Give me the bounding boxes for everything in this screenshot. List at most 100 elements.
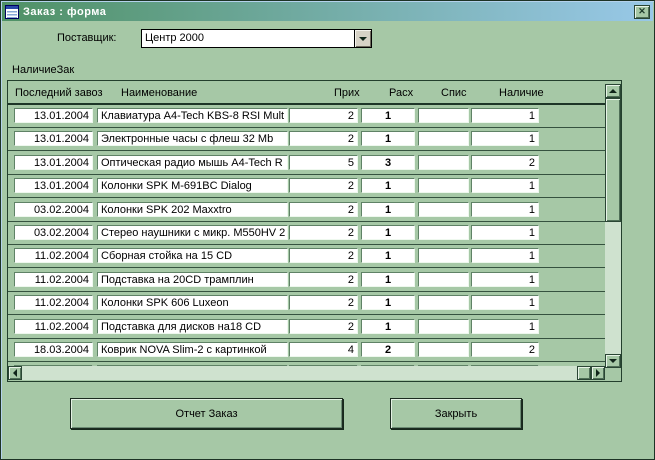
name-cell[interactable]: Коврик NOVA Slim-2 с картинкой (97, 342, 288, 357)
table-row: 11.02.2004Подставка для дисков на18 CD21… (8, 316, 605, 339)
prih-cell[interactable]: 4 (289, 342, 358, 357)
prih-cell[interactable]: 2 (289, 295, 358, 310)
horizontal-scrollbar[interactable] (8, 366, 605, 380)
rash-cell[interactable]: 1 (361, 131, 415, 146)
rash-cell[interactable]: 1 (361, 202, 415, 217)
spis-cell[interactable] (418, 272, 469, 287)
name-cell[interactable]: Оптическая радио мышь A4-Tech R (97, 155, 288, 170)
close-button[interactable]: ✕ (634, 5, 650, 19)
date-cell[interactable]: 18.03.2004 (14, 342, 93, 357)
prih-cell[interactable]: 2 (289, 248, 358, 263)
horizontal-scroll-thumb[interactable] (577, 366, 591, 380)
spis-cell[interactable] (418, 178, 469, 193)
spis-cell[interactable] (418, 155, 469, 170)
column-header-last-delivery: Последний завоз (15, 87, 103, 99)
prih-cell[interactable]: 2 (289, 319, 358, 334)
prih-cell[interactable]: 2 (289, 131, 358, 146)
nal-cell[interactable]: 1 (471, 319, 539, 334)
prih-cell[interactable]: 2 (289, 272, 358, 287)
nal-cell[interactable]: 1 (471, 272, 539, 287)
table-row: 18.03.2004 Коврик NOVA Slim-2 с картинкой… (8, 339, 605, 362)
date-cell[interactable]: 13.01.2004 (14, 178, 93, 193)
rash-cell[interactable]: 3 (361, 155, 415, 170)
prih-cell[interactable]: 2 (289, 178, 358, 193)
nal-cell[interactable]: 1 (471, 108, 539, 123)
rash-cell[interactable]: 1 (361, 295, 415, 310)
nal-cell[interactable]: 1 (471, 248, 539, 263)
name-cell[interactable]: Сборная стойка на 15 CD (97, 248, 288, 263)
name-cell[interactable]: Колонки SPK 606 Luxeon (97, 295, 288, 310)
name-cell[interactable]: Электронные часы с флеш 32 Mb (97, 131, 288, 146)
spis-cell[interactable] (418, 342, 469, 357)
table-row: 13.01.2004 Клавиатура A4-Tech KBS-8 RSI M… (8, 105, 605, 128)
title-bar: Заказ : форма ✕ (2, 2, 653, 21)
arrow-right-icon (596, 369, 600, 377)
date-cell[interactable]: 13.01.2004 (14, 108, 93, 123)
date-cell[interactable]: 03.02.2004 (14, 225, 93, 240)
scroll-left-button[interactable] (8, 366, 22, 380)
name-cell[interactable]: Стерео наушники с микр. M550HV 2 (97, 225, 288, 240)
subform-label: НаличиеЗак (12, 64, 74, 76)
supplier-label: Поставщик: (57, 32, 116, 44)
rash-cell[interactable]: 1 (361, 108, 415, 123)
report-order-button[interactable]: Отчет Заказ (70, 398, 343, 429)
table-row: 11.02.2004Подставка на 20CD трамплин211 (8, 269, 605, 292)
table-row: 13.01.2004 Оптическая радио мышь A4-Tech … (8, 152, 605, 175)
scroll-down-button[interactable] (605, 354, 621, 368)
nal-cell[interactable]: 1 (471, 295, 539, 310)
prih-cell[interactable]: 5 (289, 155, 358, 170)
date-cell[interactable]: 03.02.2004 (14, 202, 93, 217)
spis-cell[interactable] (418, 295, 469, 310)
date-cell[interactable]: 13.01.2004 (14, 131, 93, 146)
table-row: 11.02.2004Сборная стойка на 15 CD211 (8, 245, 605, 268)
nal-cell[interactable]: 1 (471, 225, 539, 240)
name-cell[interactable]: Подставка на 20CD трамплин (97, 272, 288, 287)
prih-cell[interactable]: 2 (289, 225, 358, 240)
scroll-right-button[interactable] (591, 366, 605, 380)
rash-cell[interactable]: 1 (361, 272, 415, 287)
rash-cell[interactable]: 2 (361, 342, 415, 357)
column-header-incoming: Прих (334, 87, 360, 99)
close-icon: ✕ (638, 7, 646, 16)
name-cell[interactable]: Колонки SPK M-691BC Dialog (97, 178, 288, 193)
nal-cell[interactable]: 1 (471, 202, 539, 217)
column-header-outgoing: Расх (389, 87, 413, 99)
nal-cell[interactable]: 2 (471, 342, 539, 357)
vertical-scroll-thumb[interactable] (605, 98, 621, 222)
rash-cell[interactable]: 1 (361, 178, 415, 193)
rash-cell[interactable]: 1 (361, 248, 415, 263)
spis-cell[interactable] (418, 131, 469, 146)
chevron-down-icon (359, 37, 367, 41)
supplier-combobox[interactable]: Центр 2000 (141, 29, 372, 48)
name-cell[interactable]: Колонки SPK 202 Maxxtro (97, 202, 288, 217)
table-row: 11.02.2004Колонки SPK 606 Luxeon211 (8, 292, 605, 315)
rash-cell[interactable]: 1 (361, 319, 415, 334)
vertical-scrollbar[interactable] (605, 84, 621, 368)
prih-cell[interactable]: 2 (289, 202, 358, 217)
dropdown-button[interactable] (354, 30, 371, 47)
prih-cell[interactable]: 2 (289, 108, 358, 123)
spis-cell[interactable] (418, 248, 469, 263)
date-cell[interactable]: 11.02.2004 (14, 272, 93, 287)
nal-cell[interactable]: 2 (471, 155, 539, 170)
name-cell[interactable]: Подставка для дисков на18 CD (97, 319, 288, 334)
supplier-value: Центр 2000 (142, 30, 354, 47)
nal-cell[interactable]: 1 (471, 178, 539, 193)
rash-cell[interactable]: 1 (361, 225, 415, 240)
name-cell[interactable]: Клавиатура A4-Tech KBS-8 RSI Mult (97, 108, 288, 123)
nal-cell[interactable]: 1 (471, 131, 539, 146)
table-row: 03.02.2004 Стерео наушники с микр. M550HV… (8, 222, 605, 245)
close-form-button[interactable]: Закрыть (390, 398, 522, 429)
date-cell[interactable]: 11.02.2004 (14, 295, 93, 310)
table-row: 13.01.2004Колонки SPK M-691BC Dialog211 (8, 175, 605, 198)
spis-cell[interactable] (418, 108, 469, 123)
spis-cell[interactable] (418, 225, 469, 240)
arrow-left-icon (13, 369, 17, 377)
date-cell[interactable]: 11.02.2004 (14, 248, 93, 263)
spis-cell[interactable] (418, 319, 469, 334)
column-header-writeoff: Спис (441, 87, 467, 99)
date-cell[interactable]: 11.02.2004 (14, 319, 93, 334)
spis-cell[interactable] (418, 202, 469, 217)
scroll-up-button[interactable] (605, 84, 621, 98)
date-cell[interactable]: 13.01.2004 (14, 155, 93, 170)
